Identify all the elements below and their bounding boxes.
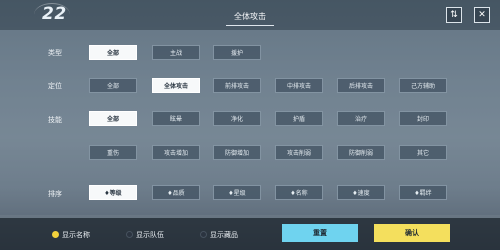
show-hidden-radio[interactable] [200,231,207,238]
skill-option-atk-down[interactable]: 攻击削弱 [275,145,323,160]
confirm-button[interactable]: 确认 [374,224,450,242]
show-team-label: 显示队伍 [136,231,164,239]
type-option-support[interactable]: 援护 [213,45,261,60]
position-option-front[interactable]: 前排攻击 [213,78,261,93]
skill-option-grievous[interactable]: 重伤 [89,145,137,160]
filter-icon: ⇅ [450,10,458,20]
skill-option-stun[interactable]: 眩晕 [152,111,200,126]
close-icon: ✕ [478,10,486,20]
position-option-all[interactable]: 全部 [89,78,137,93]
title-underline [226,25,274,26]
type-option-main[interactable]: 主战 [152,45,200,60]
show-team-radio[interactable] [126,231,133,238]
show-name-radio[interactable] [52,231,59,238]
skill-option-purify[interactable]: 净化 [213,111,261,126]
sort-option-level[interactable]: ♦等级 [89,185,137,200]
filter-button[interactable]: ⇅ [446,7,462,23]
close-button[interactable]: ✕ [474,7,490,23]
skill-option-atk-up[interactable]: 攻击增加 [152,145,200,160]
skill-option-all[interactable]: 全部 [89,111,137,126]
position-label: 定位 [48,82,62,90]
skill-option-seal[interactable]: 封印 [399,111,447,126]
position-option-back[interactable]: 后排攻击 [337,78,385,93]
skill-option-def-down[interactable]: 防御削弱 [337,145,385,160]
skill-option-heal[interactable]: 治疗 [337,111,385,126]
skill-label: 技能 [48,116,62,124]
show-hidden-label: 显示藏品 [210,231,238,239]
sort-option-star[interactable]: ♦星级 [213,185,261,200]
sort-option-quality[interactable]: ♦品质 [152,185,200,200]
position-option-aoe[interactable]: 全体攻击 [152,78,200,93]
show-name-label: 显示名称 [62,231,90,239]
skill-option-def-up[interactable]: 防御增加 [213,145,261,160]
skill-option-shield[interactable]: 护盾 [275,111,323,126]
position-option-ally-support[interactable]: 己方辅助 [399,78,447,93]
sort-label: 排序 [48,190,62,198]
sort-option-bond[interactable]: ♦羁绊 [399,185,447,200]
sort-option-name[interactable]: ♦名称 [275,185,323,200]
reset-button[interactable]: 重置 [282,224,358,242]
page-title: 全体攻击 [234,12,266,21]
type-label: 类型 [48,49,62,57]
position-option-middle[interactable]: 中排攻击 [275,78,323,93]
type-option-all[interactable]: 全部 [89,45,137,60]
sort-option-speed[interactable]: ♦速度 [337,185,385,200]
skill-option-other[interactable]: 其它 [399,145,447,160]
